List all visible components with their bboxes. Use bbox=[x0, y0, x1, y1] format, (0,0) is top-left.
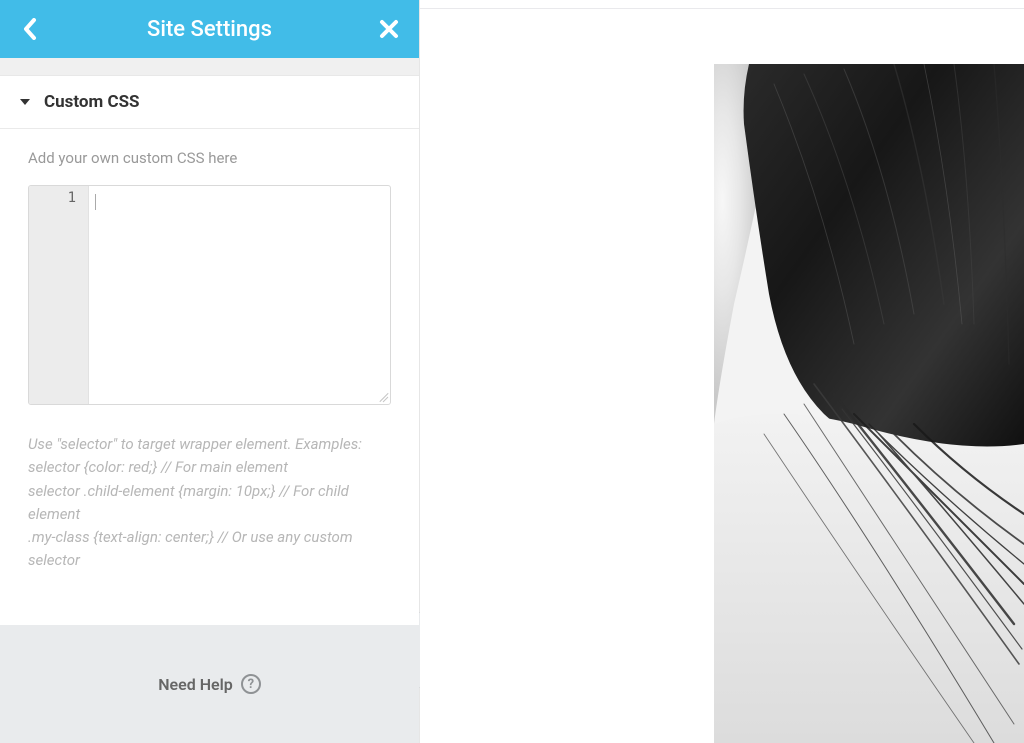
preview-canvas bbox=[420, 0, 1024, 743]
panel-title: Site Settings bbox=[42, 17, 377, 42]
text-cursor bbox=[95, 194, 96, 210]
helper-text: Add your own custom CSS here bbox=[28, 149, 391, 167]
close-button[interactable] bbox=[377, 17, 401, 41]
caret-down-icon bbox=[20, 99, 30, 105]
section-title: Custom CSS bbox=[44, 92, 140, 112]
settings-sidebar: Site Settings Custom CSS Add your own cu… bbox=[0, 0, 420, 743]
custom-css-section-body: Add your own custom CSS here 1 Use "sele… bbox=[0, 129, 419, 599]
help-footer[interactable]: Need Help ? bbox=[0, 625, 419, 743]
resize-handle[interactable] bbox=[376, 390, 388, 402]
spacer-bar bbox=[0, 58, 419, 76]
custom-css-section-header[interactable]: Custom CSS bbox=[0, 76, 419, 129]
code-area[interactable] bbox=[89, 186, 390, 404]
chevron-left-icon bbox=[23, 18, 37, 40]
line-number: 1 bbox=[29, 190, 76, 206]
line-gutter: 1 bbox=[29, 186, 89, 404]
custom-css-editor[interactable]: 1 bbox=[28, 185, 391, 405]
close-icon bbox=[379, 19, 399, 39]
back-button[interactable] bbox=[18, 17, 42, 41]
preview-image bbox=[714, 64, 1024, 743]
preview-divider bbox=[420, 8, 1024, 9]
sidebar-header: Site Settings bbox=[0, 0, 419, 58]
help-label: Need Help bbox=[158, 675, 233, 694]
hint-text: Use "selector" to target wrapper element… bbox=[28, 433, 391, 573]
help-icon: ? bbox=[241, 674, 261, 694]
